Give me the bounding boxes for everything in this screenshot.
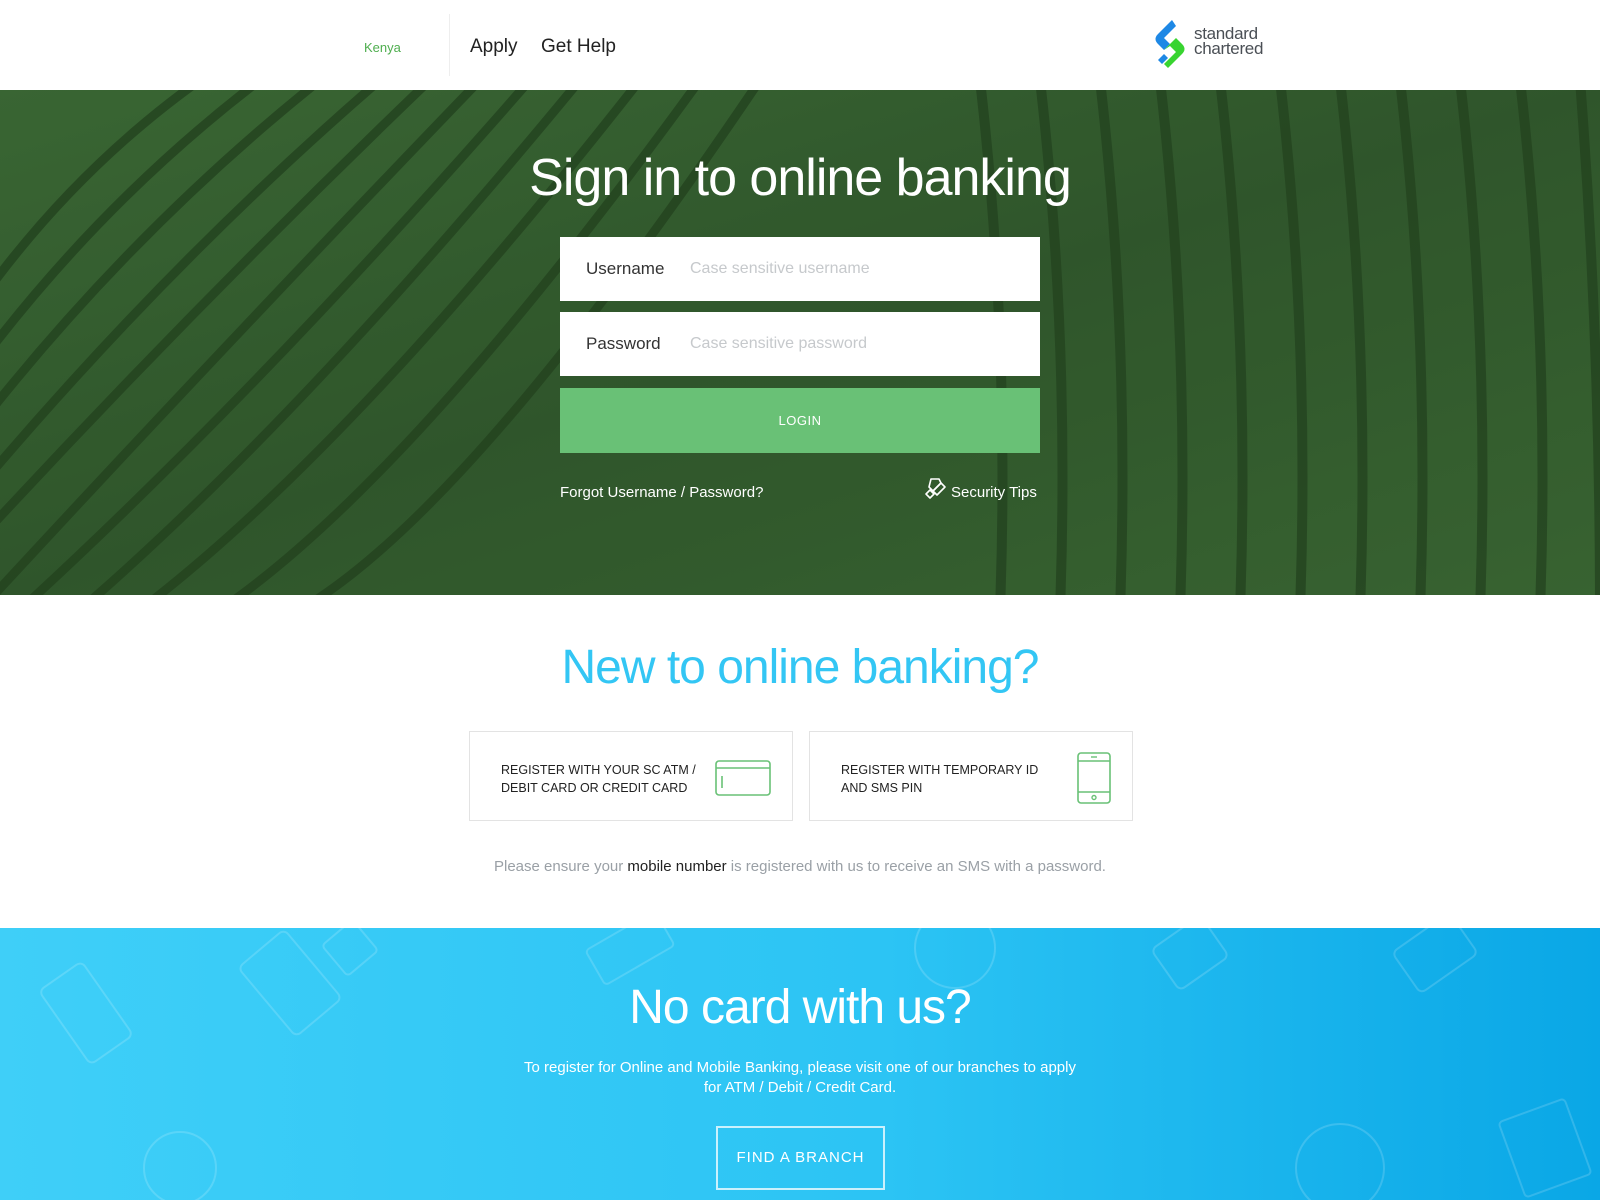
logo-line-2: chartered [1194,39,1264,58]
register-sms-label: REGISTER WITH TEMPORARY ID AND SMS PIN [841,763,1039,795]
mobile-number-note: Please ensure your mobile number is regi… [0,858,1600,875]
country-selector[interactable]: Kenya [364,40,401,55]
register-with-sms-option[interactable]: REGISTER WITH TEMPORARY ID AND SMS PIN [809,731,1133,821]
note-text-start: Please ensure your [494,858,628,875]
logo-icon [1155,20,1185,68]
password-input[interactable] [690,326,1020,362]
mobile-phone-icon [1077,752,1111,804]
no-card-description: To register for Online and Mobile Bankin… [524,1059,1076,1096]
nav-get-help-link[interactable]: Get Help [541,36,616,58]
find-a-branch-button[interactable]: FIND A BRANCH [716,1126,885,1190]
credit-card-icon [715,760,771,796]
login-title: Sign in to online banking [529,149,1072,207]
no-card-section: No card with us? To register for Online … [0,928,1600,1200]
register-card-label: REGISTER WITH YOUR SC ATM / DEBIT CARD O… [501,763,696,795]
security-shield-icon [925,478,946,499]
note-text-end: is registered with us to receive an SMS … [726,858,1106,875]
top-bar: Kenya Apply Get Help standard chartered [0,0,1600,90]
nav-apply-link[interactable]: Apply [470,36,518,58]
divider [449,14,450,76]
standard-chartered-logo[interactable]: standard chartered [1150,20,1280,70]
username-field[interactable]: Username [560,237,1040,301]
no-card-title: No card with us? [629,981,972,1034]
logo-wordmark: standard chartered [1194,25,1264,58]
password-label: Password [586,334,661,353]
login-hero: Sign in to online banking Username Passw… [0,90,1600,595]
username-input[interactable] [690,251,1020,287]
username-label: Username [586,259,665,278]
note-emphasis: mobile number [627,858,727,875]
security-tips-label: Security Tips [951,484,1037,501]
login-button[interactable]: LOGIN [560,388,1040,453]
register-with-card-option[interactable]: REGISTER WITH YOUR SC ATM / DEBIT CARD O… [469,731,793,821]
forgot-credentials-link[interactable]: Forgot Username / Password? [560,484,763,501]
password-field[interactable]: Password [560,312,1040,376]
register-title: New to online banking? [561,641,1039,694]
